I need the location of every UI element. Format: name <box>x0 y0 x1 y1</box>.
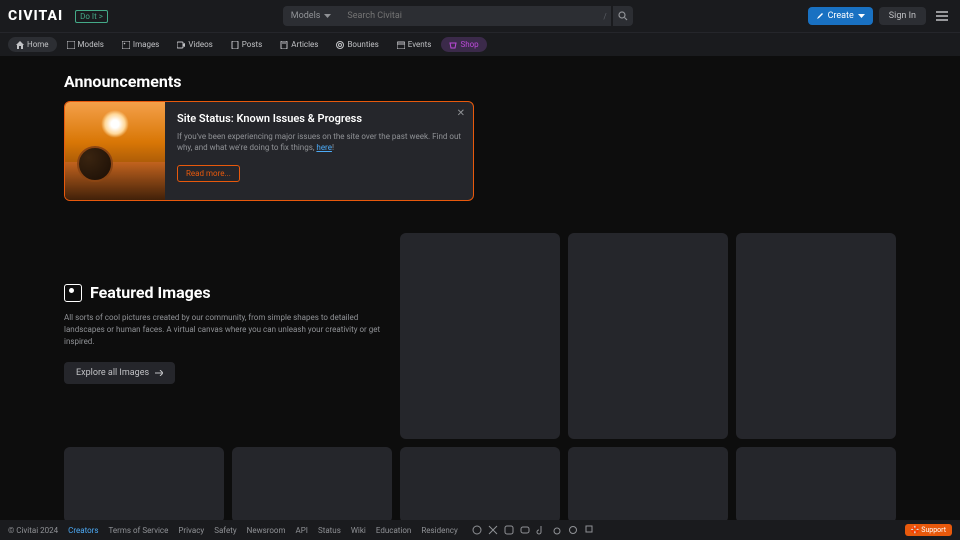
discord-icon[interactable] <box>472 525 482 535</box>
featured-intro: Featured Images All sorts of cool pictur… <box>64 233 384 439</box>
nav-models[interactable]: Models <box>59 37 112 52</box>
header-actions: Create Sign In <box>808 7 952 25</box>
footer-link-privacy[interactable]: Privacy <box>178 526 204 535</box>
nav-posts[interactable]: Posts <box>223 37 270 52</box>
featured-description: All sorts of cool pictures created by ou… <box>64 312 384 348</box>
announcements-heading: Announcements <box>64 72 896 91</box>
footer-link-safety[interactable]: Safety <box>214 526 236 535</box>
bounties-icon <box>336 41 344 49</box>
nav-shop[interactable]: Shop <box>441 37 486 52</box>
twitch-icon[interactable] <box>584 525 594 535</box>
x-icon[interactable] <box>488 525 498 535</box>
readmore-button[interactable]: Read more... <box>177 165 240 182</box>
nav-events[interactable]: Events <box>389 37 440 52</box>
logo[interactable]: CIVITAI <box>8 8 63 24</box>
footer: © Civitai 2024 Creators Terms of Service… <box>0 520 960 540</box>
nav-images[interactable]: Images <box>114 37 167 52</box>
image-card[interactable] <box>736 233 896 439</box>
main-content: Announcements Site Status: Known Issues … <box>0 56 960 520</box>
explore-label: Explore all Images <box>76 368 149 378</box>
shop-icon <box>449 41 457 49</box>
announcement-body: Site Status: Known Issues & Progress If … <box>165 102 473 200</box>
explore-images-button[interactable]: Explore all Images <box>64 362 175 384</box>
youtube-icon[interactable] <box>520 525 530 535</box>
announcement-title: Site Status: Known Issues & Progress <box>177 112 461 125</box>
search-group: Models / <box>283 6 633 26</box>
menu-icon[interactable] <box>932 11 952 21</box>
create-button[interactable]: Create <box>808 7 873 25</box>
image-card[interactable] <box>400 233 560 439</box>
footer-link-status[interactable]: Status <box>318 526 341 535</box>
close-icon[interactable]: ✕ <box>457 108 465 119</box>
nav-bounties[interactable]: Bounties <box>328 37 386 52</box>
main-nav: Home Models Images Videos Posts Articles… <box>0 32 960 56</box>
image-card[interactable] <box>736 447 896 520</box>
home-icon <box>16 41 24 49</box>
featured-grid-top <box>400 233 896 439</box>
announcement-link[interactable]: here <box>316 143 332 152</box>
footer-link-wiki[interactable]: Wiki <box>351 526 366 535</box>
search-input[interactable] <box>339 6 599 26</box>
featured-header: Featured Images <box>64 283 384 302</box>
search-icon <box>618 11 628 21</box>
reddit-icon[interactable] <box>552 525 562 535</box>
footer-link-newsroom[interactable]: Newsroom <box>247 526 286 535</box>
footer-link-api[interactable]: API <box>296 526 308 535</box>
support-button[interactable]: 🛟 Support <box>905 524 952 536</box>
create-label: Create <box>828 11 854 21</box>
models-icon <box>67 41 75 49</box>
footer-link-residency[interactable]: Residency <box>421 526 457 535</box>
search-category-label: Models <box>291 11 321 21</box>
posts-icon <box>231 41 239 49</box>
search-button[interactable] <box>613 6 633 26</box>
featured-section: Featured Images All sorts of cool pictur… <box>64 233 896 439</box>
footer-link-tos[interactable]: Terms of Service <box>109 526 169 535</box>
image-card[interactable] <box>568 233 728 439</box>
chevron-down-icon <box>858 14 865 18</box>
image-icon <box>64 284 82 302</box>
chevron-down-icon <box>324 14 331 18</box>
events-icon <box>397 41 405 49</box>
pencil-icon <box>816 12 824 20</box>
announcement-text: If you've been experiencing major issues… <box>177 131 461 153</box>
search-kbd-hint: / <box>599 6 610 26</box>
instagram-icon[interactable] <box>504 525 514 535</box>
search-category-selector[interactable]: Models <box>283 6 340 26</box>
featured-grid-bottom <box>64 447 896 520</box>
footer-link-creators[interactable]: Creators <box>68 526 98 535</box>
image-card[interactable] <box>64 447 224 520</box>
footer-social-icons <box>472 525 594 535</box>
signin-button[interactable]: Sign In <box>879 7 926 25</box>
images-icon <box>122 41 130 49</box>
image-card[interactable] <box>232 447 392 520</box>
footer-link-education[interactable]: Education <box>376 526 411 535</box>
image-card[interactable] <box>568 447 728 520</box>
image-card[interactable] <box>400 447 560 520</box>
arrow-right-icon <box>155 370 163 376</box>
featured-title: Featured Images <box>90 283 211 302</box>
videos-icon <box>177 41 185 49</box>
footer-copyright: © Civitai 2024 <box>8 526 58 535</box>
threads-icon[interactable] <box>568 525 578 535</box>
announcement-image <box>65 102 165 201</box>
announcement-card: Site Status: Known Issues & Progress If … <box>64 101 474 201</box>
nav-videos[interactable]: Videos <box>169 37 220 52</box>
logo-badge[interactable]: Do It > <box>75 10 108 23</box>
nav-home[interactable]: Home <box>8 37 57 52</box>
header: CIVITAI Do It > Models / Create Sign In <box>0 0 960 32</box>
tiktok-icon[interactable] <box>536 525 546 535</box>
articles-icon <box>280 41 288 49</box>
nav-articles[interactable]: Articles <box>272 37 326 52</box>
